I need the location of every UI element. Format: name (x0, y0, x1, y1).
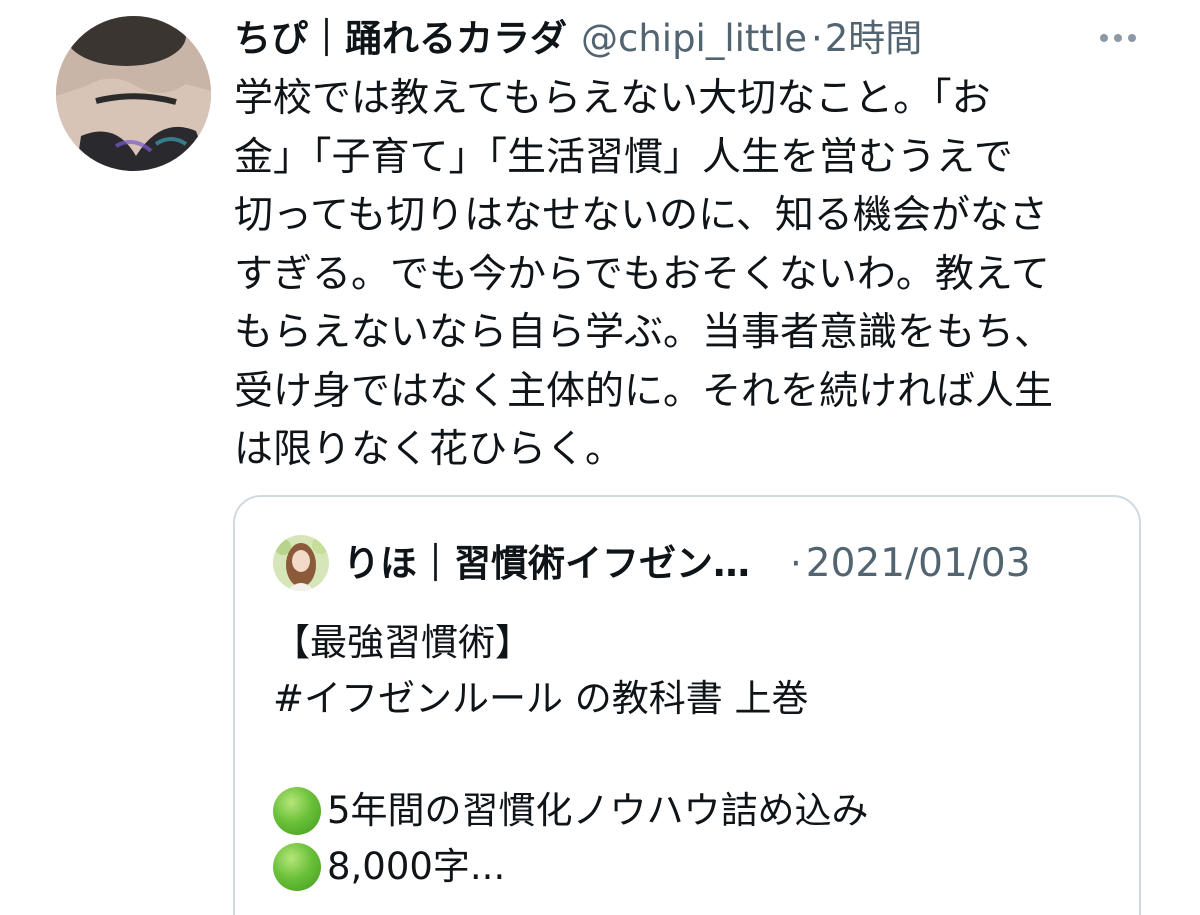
quoted-bullet-line: 8,000字... (273, 839, 1113, 895)
header-separator: · (810, 17, 823, 60)
green-circle-icon (273, 843, 321, 891)
quoted-bullet-line: 5年間の習慣化ノウハウ詰め込み (273, 783, 1113, 839)
quoted-tweet-header: りほ｜習慣術イフゼン… · 2021/01/03 (343, 537, 1123, 591)
avatar-photo (56, 16, 211, 171)
tweet-text-line: 金」「子育て」「生活習慣」人生を営むうえで (234, 134, 1013, 180)
tweet-text-line: 切っても切りはなせないのに、知る機会がなさ (234, 193, 1048, 238)
tweet-header: ちぴ｜踊れるカラダ @chipi_little · 2時間 (234, 12, 1134, 66)
quoted-text-line: 【最強習慣術】 (273, 615, 1113, 671)
quoted-text-line-content: 5年間の習慣化ノウハウ詰め込み (327, 789, 869, 832)
author-avatar[interactable] (56, 16, 211, 171)
quoted-author-avatar[interactable] (273, 535, 329, 591)
more-horizontal-icon[interactable] (1090, 20, 1146, 56)
quoted-text-line-content: 8,000字... (327, 845, 506, 888)
tweet-text-line: は限りなく花ひらく。 (234, 427, 625, 472)
quoted-text-line-empty (273, 727, 1113, 783)
hashtag-line-content: #イフゼンルール の教科書 上巻 (273, 677, 809, 720)
quoted-avatar-photo (273, 535, 329, 591)
author-handle[interactable]: @chipi_little (581, 12, 807, 66)
tweet-text: 学校では教えてもらえない大切なこと。「お 金」「子育て」「生活習慣」人生を営むう… (234, 70, 1134, 480)
tweet-text-line: もらえないなら自ら学ぶ。当事者意識をもち、 (234, 310, 1054, 355)
quoted-tweet-text: 【最強習慣術】 #イフゼンルール の教科書 上巻 5年間の習慣化ノウハウ詰め込み… (273, 615, 1113, 895)
author-display-name[interactable]: ちぴ｜踊れるカラダ (234, 12, 567, 66)
green-circle-icon (273, 787, 321, 835)
tweet-text-line: 学校では教えてもらえない大切なこと。「お (234, 76, 991, 121)
tweet-text-line: 受け身ではなく主体的に。それを続ければ人生 (234, 368, 1054, 414)
quoted-text-line: #イフゼンルール の教科書 上巻 (273, 671, 1113, 727)
quoted-header-separator: · (790, 542, 802, 585)
quoted-author-display-name[interactable]: りほ｜習慣術イフゼン… (343, 537, 750, 591)
quoted-tweet-card[interactable]: りほ｜習慣術イフゼン… · 2021/01/03 【最強習慣術】 #イフゼンルー… (233, 495, 1141, 915)
quoted-tweet-date[interactable]: 2021/01/03 (806, 537, 1031, 591)
tweet-text-line: すぎる。でも今からでもおそくないわ。教えて (234, 251, 1050, 297)
tweet-timestamp[interactable]: 2時間 (825, 12, 923, 66)
quoted-text-line-content: 【最強習慣術】 (273, 621, 532, 664)
